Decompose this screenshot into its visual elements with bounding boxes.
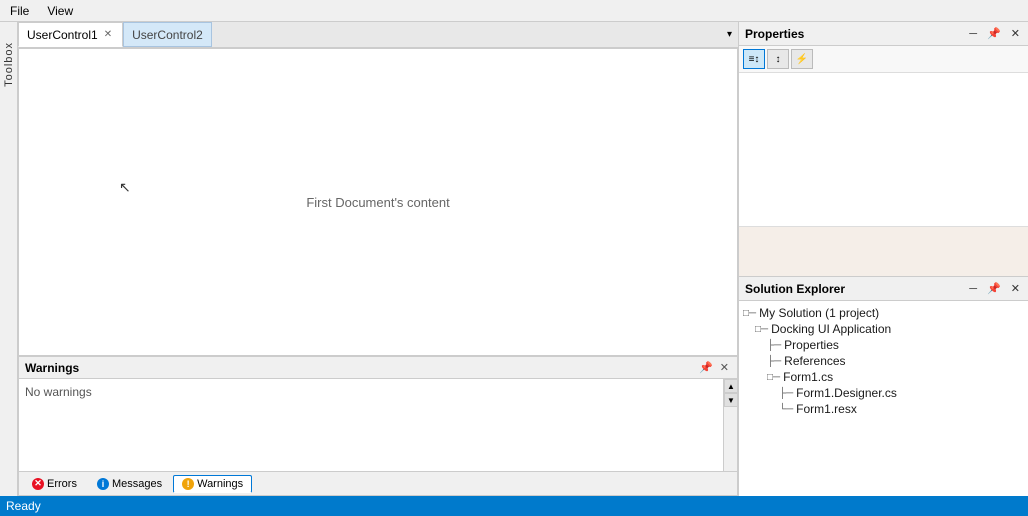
tab-messages[interactable]: i Messages [88,475,171,493]
tab-usercontrol2[interactable]: UserControl2 [123,22,212,47]
warnings-panel-content: No warnings ▲ ▼ [19,379,737,471]
tree-item[interactable]: └─Form1.resx [743,401,1024,417]
status-text: Ready [6,499,41,513]
close-panel-button[interactable]: ✕ [718,361,731,374]
warnings-label: Warnings [197,478,243,490]
tab-close-usercontrol1[interactable]: ✕ [102,29,114,40]
properties-toolbar: ≡↕ ↕ ⚡ [739,46,1028,73]
tab-dropdown[interactable]: ▾ [721,22,738,47]
events-button[interactable]: ⚡ [791,49,813,69]
properties-header: Properties ─ 📌 ✕ [739,22,1028,46]
tree-expand-icon: ├─ [767,340,781,351]
messages-icon: i [97,478,109,490]
tree-expand-icon: □─ [743,308,756,319]
tree-item-label: My Solution (1 project) [759,306,879,320]
tab-label-usercontrol2: UserControl2 [132,28,203,42]
solution-explorer-title: Solution Explorer [745,282,967,296]
scroll-down-button[interactable]: ▼ [724,393,737,407]
document-content: ↖ First Document's content [18,48,738,356]
solution-window-controls: ─ 📌 ✕ [967,282,1022,295]
tree-expand-icon: └─ [779,404,793,415]
tree-item[interactable]: □─My Solution (1 project) [743,305,1024,321]
close-properties-button[interactable]: ✕ [1009,27,1022,40]
center-area: UserControl1 ✕ UserControl2 ▾ ↖ First Do… [18,22,738,496]
properties-window-controls: ─ 📌 ✕ [967,27,1022,40]
properties-content [739,73,1028,226]
tree-item[interactable]: ├─Form1.Designer.cs [743,385,1024,401]
tab-label-usercontrol1: UserControl1 [27,28,98,42]
tree-item-label: Form1.Designer.cs [796,386,897,400]
document-tabs: UserControl1 ✕ UserControl2 ▾ [18,22,738,48]
tree-expand-icon: ├─ [779,388,793,399]
main-layout: Toolbox UserControl1 ✕ UserControl2 ▾ ↖ … [0,22,1028,496]
toolbox-label: Toolbox [3,42,15,87]
panel-header-controls: 📌 ✕ [697,361,731,374]
minimize-solution-button[interactable]: ─ [967,283,979,295]
tree-item[interactable]: □─Docking UI Application [743,321,1024,337]
tree-item-label: Docking UI Application [771,322,891,336]
solution-explorer-header: Solution Explorer ─ 📌 ✕ [739,277,1028,301]
tree-expand-icon: ├─ [767,356,781,367]
menu-bar: File View [0,0,1028,22]
scroll-bar[interactable]: ▲ ▼ [723,379,737,471]
errors-label: Errors [47,478,77,490]
document-content-text: First Document's content [306,195,449,210]
tab-warnings[interactable]: ! Warnings [173,475,252,493]
no-warnings-text: No warnings [25,385,92,399]
cursor-icon: ↖ [119,179,131,196]
warnings-panel-title: Warnings [25,361,697,375]
tree-item-label: Form1.resx [796,402,857,416]
minimize-properties-button[interactable]: ─ [967,28,979,40]
properties-description [739,226,1028,276]
properties-panel: Properties ─ 📌 ✕ ≡↕ ↕ ⚡ [739,22,1028,277]
categorized-view-button[interactable]: ≡↕ [743,49,765,69]
tree-item-label: References [784,354,845,368]
tab-usercontrol1[interactable]: UserControl1 ✕ [18,22,123,47]
tree-item-label: Form1.cs [783,370,833,384]
close-solution-button[interactable]: ✕ [1009,282,1022,295]
solution-tree: □─My Solution (1 project)□─Docking UI Ap… [739,301,1028,496]
toolbox-sidebar[interactable]: Toolbox [0,22,18,496]
tree-item[interactable]: ├─Properties [743,337,1024,353]
pin-properties-button[interactable]: 📌 [985,27,1003,40]
properties-title: Properties [745,27,967,41]
dropdown-arrow-icon: ▾ [727,29,732,40]
bottom-tabs: ✕ Errors i Messages ! Warnings [19,471,737,495]
tree-expand-icon: □─ [767,372,780,383]
warnings-panel-header: Warnings 📌 ✕ [19,357,737,379]
tree-item[interactable]: ├─References [743,353,1024,369]
solution-explorer: Solution Explorer ─ 📌 ✕ □─My Solution (1… [739,277,1028,496]
tree-item[interactable]: □─Form1.cs [743,369,1024,385]
messages-label: Messages [112,478,162,490]
menu-file[interactable]: File [6,3,33,19]
errors-icon: ✕ [32,478,44,490]
tree-expand-icon: □─ [755,324,768,335]
right-panel: Properties ─ 📌 ✕ ≡↕ ↕ ⚡ Solution Explore… [738,22,1028,496]
sort-button[interactable]: ↕ [767,49,789,69]
tree-item-label: Properties [784,338,839,352]
warnings-panel: Warnings 📌 ✕ No warnings ▲ ▼ ✕ Errors [18,356,738,496]
menu-view[interactable]: View [43,3,77,19]
scroll-up-button[interactable]: ▲ [724,379,737,393]
pin-button[interactable]: 📌 [697,361,715,374]
pin-solution-button[interactable]: 📌 [985,282,1003,295]
warnings-icon: ! [182,478,194,490]
tab-errors[interactable]: ✕ Errors [23,475,86,493]
status-bar: Ready [0,496,1028,516]
